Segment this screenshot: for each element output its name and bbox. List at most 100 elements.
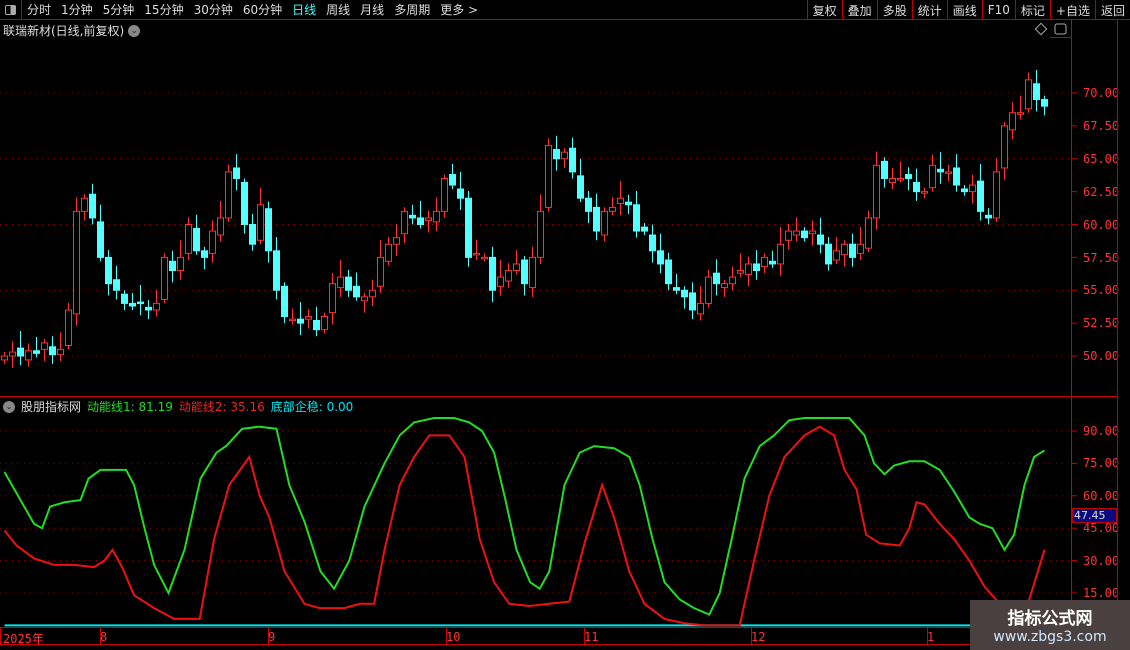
candle-up bbox=[161, 256, 168, 300]
indicator-tick: 75.00 bbox=[1083, 456, 1120, 471]
candle-up bbox=[153, 302, 160, 311]
candle-down bbox=[241, 181, 248, 225]
candle-up bbox=[601, 210, 608, 236]
candle-down bbox=[649, 234, 656, 252]
candle-down bbox=[633, 204, 640, 232]
candle-up bbox=[425, 217, 432, 222]
candle-up bbox=[505, 270, 512, 282]
panel-icon bbox=[1054, 23, 1067, 35]
candle-up bbox=[609, 206, 616, 212]
date-label: 1 bbox=[927, 630, 935, 644]
candle-down bbox=[129, 302, 136, 307]
candle-down bbox=[977, 180, 984, 212]
candle-up bbox=[785, 230, 792, 241]
candle-up bbox=[385, 243, 392, 262]
candle-down bbox=[681, 289, 688, 298]
candle-down bbox=[169, 260, 176, 272]
candle-up bbox=[809, 230, 816, 235]
candle-down bbox=[489, 256, 496, 291]
candle-up bbox=[529, 256, 536, 289]
candle-up bbox=[25, 350, 32, 361]
price-tick: 67.50 bbox=[1083, 118, 1120, 133]
candle-down bbox=[297, 318, 304, 324]
candle-down bbox=[553, 149, 560, 160]
candle-down bbox=[345, 276, 352, 291]
candle-down bbox=[593, 206, 600, 232]
candle-down bbox=[49, 346, 56, 356]
candle-up bbox=[889, 177, 896, 183]
candle-up bbox=[41, 342, 48, 350]
candle-up bbox=[289, 318, 296, 322]
candle-up bbox=[377, 256, 384, 287]
candle-down bbox=[801, 230, 808, 239]
candle-up bbox=[185, 224, 192, 254]
candle-up bbox=[969, 184, 976, 193]
candle-up bbox=[993, 171, 1000, 219]
candle-down bbox=[145, 306, 152, 311]
candle-up bbox=[321, 316, 328, 331]
candle-up bbox=[745, 263, 752, 275]
candle-down bbox=[273, 250, 280, 291]
candle-down bbox=[193, 227, 200, 252]
candle-up bbox=[209, 230, 216, 254]
candle-up bbox=[537, 210, 544, 258]
candle-down bbox=[1033, 83, 1040, 101]
candle-down bbox=[137, 301, 144, 305]
candle-down bbox=[937, 168, 944, 173]
candle-up bbox=[473, 252, 480, 256]
candle-down bbox=[657, 250, 664, 265]
price-tick: 60.00 bbox=[1083, 217, 1120, 232]
candle-up bbox=[793, 230, 800, 236]
candle-up bbox=[369, 289, 376, 298]
indicator-tick: 45.00 bbox=[1083, 521, 1120, 536]
indicator-header: ⌄ 股朋指标网 动能线1: 81.19 动能线2: 35.16 底部企稳: 0.… bbox=[3, 398, 353, 415]
indicator-tick: 60.00 bbox=[1083, 488, 1120, 503]
candle-up bbox=[561, 151, 568, 160]
candle-up bbox=[921, 191, 928, 194]
candle-up bbox=[305, 316, 312, 320]
candle-up bbox=[337, 276, 344, 289]
candle-up bbox=[513, 263, 520, 272]
indicator-tick: 90.00 bbox=[1083, 424, 1120, 438]
candle-up bbox=[833, 250, 840, 261]
chevron-down-icon[interactable]: ⌄ bbox=[3, 400, 15, 413]
watermark-title: 指标公式网 bbox=[1007, 609, 1093, 629]
candle-down bbox=[905, 174, 912, 179]
candle-up bbox=[1009, 112, 1016, 131]
candle-up bbox=[865, 217, 872, 249]
candle-up bbox=[841, 243, 848, 256]
candle-down bbox=[409, 214, 416, 219]
candle-up bbox=[481, 256, 488, 260]
candle-up bbox=[729, 276, 736, 285]
date-label: 2025年 bbox=[3, 632, 44, 646]
candle-down bbox=[17, 347, 24, 357]
side-panel-strip[interactable] bbox=[1117, 20, 1130, 645]
candle-down bbox=[769, 260, 776, 265]
candle-down bbox=[665, 259, 672, 285]
line1-value: 动能线1: 81.19 bbox=[87, 400, 173, 414]
candle-up bbox=[217, 217, 224, 236]
candle-up bbox=[65, 309, 72, 346]
price-tick: 62.50 bbox=[1083, 184, 1120, 199]
candle-up bbox=[361, 296, 368, 302]
date-label: 8 bbox=[100, 630, 108, 644]
candle-down bbox=[585, 197, 592, 212]
candle-up bbox=[897, 177, 904, 181]
candle-up bbox=[1025, 79, 1032, 110]
candle-up bbox=[545, 145, 552, 208]
price-tick: 57.50 bbox=[1083, 250, 1120, 265]
line3-value: 底部企稳: 0.00 bbox=[270, 400, 354, 414]
candle-down bbox=[753, 263, 760, 272]
candle-up bbox=[441, 177, 448, 212]
candle-down bbox=[121, 293, 128, 304]
candle-up bbox=[617, 197, 624, 204]
kline-chart[interactable] bbox=[0, 0, 1130, 650]
candle-up bbox=[329, 283, 336, 314]
candle-up bbox=[777, 243, 784, 265]
current-value-badge: 47.45 bbox=[1072, 508, 1117, 523]
candle-down bbox=[313, 319, 320, 331]
candle-down bbox=[713, 272, 720, 285]
candle-down bbox=[625, 201, 632, 206]
candle-up bbox=[1, 355, 8, 361]
candle-down bbox=[881, 160, 888, 179]
